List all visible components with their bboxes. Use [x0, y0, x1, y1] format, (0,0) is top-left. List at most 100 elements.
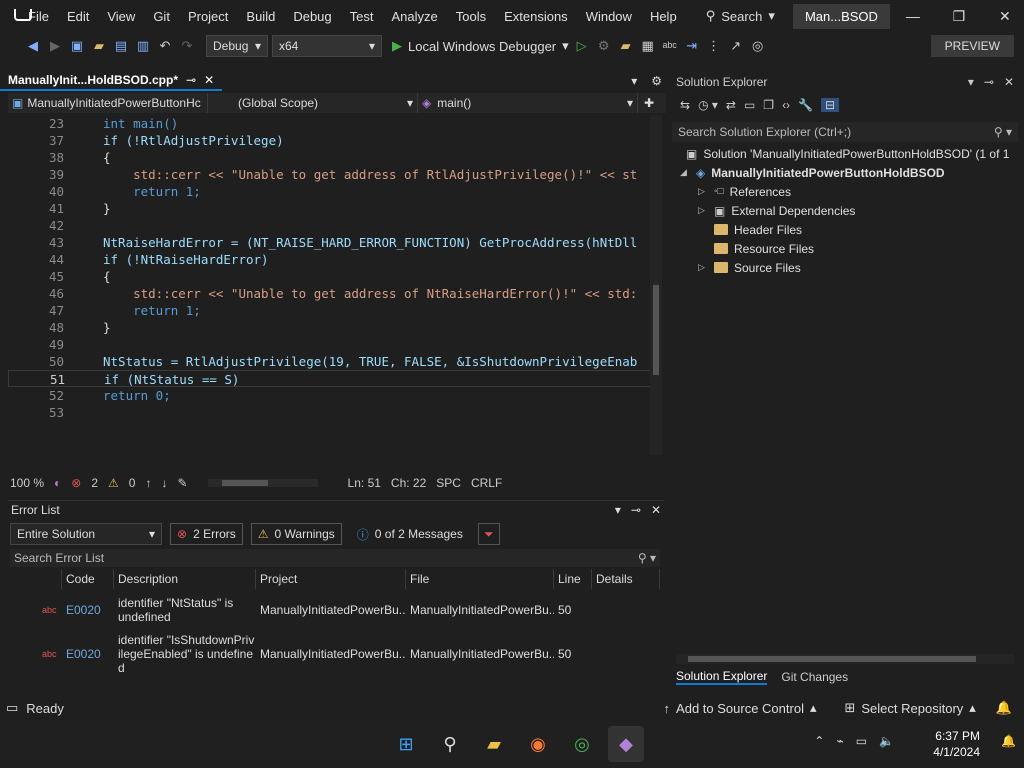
notification-bell-icon[interactable]: 🔔 — [1001, 734, 1016, 748]
warnings-count[interactable]: 0 — [129, 476, 136, 490]
menu-extensions[interactable]: Extensions — [495, 9, 577, 24]
column-header-file[interactable]: File — [406, 569, 554, 589]
undo-icon[interactable]: ↶ — [156, 37, 174, 55]
history-icon[interactable]: ◷ ▾ — [698, 98, 718, 112]
table-row[interactable]: abc E0020 identifier "NtStatus" is undef… — [10, 591, 660, 629]
column-header-project[interactable]: Project — [256, 569, 406, 589]
editor-tab[interactable]: ManuallyInit...HoldBSOD.cpp* ⊸ ✕ — [0, 71, 223, 91]
attach-icon[interactable]: ⚙ — [595, 37, 613, 55]
filter-icon[interactable]: ⏷ — [477, 523, 500, 545]
network-icon[interactable]: ⌁ — [836, 734, 843, 748]
menu-edit[interactable]: Edit — [58, 9, 98, 24]
firefox-icon[interactable]: ◉ — [520, 726, 556, 762]
tree-item-resource-files[interactable]: Resource Files — [714, 239, 814, 258]
column-header-details[interactable]: Details — [592, 569, 660, 589]
platform-dropdown[interactable]: x64 ▾ — [272, 35, 382, 57]
solution-search-input[interactable]: Search Solution Explorer (Ctrl+;) ⚲ ▾ — [672, 122, 1018, 142]
volume-icon[interactable]: 🔈 — [879, 734, 894, 748]
forward-icon[interactable]: ▶ — [46, 37, 64, 55]
tab-solution-explorer[interactable]: Solution Explorer — [676, 669, 768, 685]
editor-vertical-scrollbar[interactable] — [650, 115, 662, 455]
tree-item-header-files[interactable]: Header Files — [714, 220, 802, 239]
menu-git[interactable]: Git — [144, 9, 179, 24]
collapse-all-icon[interactable]: ▭ — [744, 98, 755, 112]
pin-icon[interactable]: ⊸ — [631, 503, 641, 517]
properties-wrench-icon[interactable]: 🔧 — [798, 98, 813, 112]
copilot-icon[interactable]: ◎ — [749, 37, 767, 55]
error-icon[interactable]: ⊗ — [71, 476, 81, 490]
error-list-search[interactable]: Search Error List ⚲ ▾ — [10, 549, 660, 567]
column-indicator[interactable]: Ch: 22 — [391, 476, 426, 490]
share-icon[interactable]: ↗ — [727, 37, 745, 55]
arrow-up-icon[interactable]: ↑ — [145, 476, 151, 490]
start-without-debugging-icon[interactable]: ▷ — [573, 37, 591, 55]
layout-icon[interactable]: ▦ — [639, 37, 657, 55]
menu-tools[interactable]: Tools — [447, 9, 495, 24]
code-editor[interactable]: 23 int main() 37 if (!RtlAdjustPrivilege) … — [8, 115, 662, 472]
folder-icon[interactable]: ▰ — [617, 37, 635, 55]
preview-selected-icon[interactable]: ⊟ — [821, 98, 840, 112]
solution-horizontal-scrollbar[interactable] — [676, 654, 1014, 664]
file-navigation-dropdown[interactable]: ▣ ManuallyInitiatedPowerButtonHc — [8, 93, 208, 113]
menu-help[interactable]: Help — [641, 9, 686, 24]
open-folder-icon[interactable]: ▰ — [90, 37, 108, 55]
menu-debug[interactable]: Debug — [284, 9, 340, 24]
configuration-dropdown[interactable]: Debug ▾ — [206, 35, 268, 57]
collapsed-arrow-icon[interactable]: ▷ — [698, 262, 708, 273]
pin-icon[interactable]: ⊸ — [984, 75, 994, 89]
project-node[interactable]: ◢ ◈ ManuallyInitiatedPowerButtonHoldBSOD — [680, 163, 945, 182]
visual-studio-taskbar-icon[interactable]: ◆ — [608, 726, 644, 762]
run-debugger-button[interactable]: ▶ Local Windows Debugger ▾ — [392, 38, 569, 54]
settings-gear-icon[interactable]: ⚙ — [651, 74, 662, 88]
arrow-down-icon[interactable]: ↓ — [161, 476, 167, 490]
column-header-description[interactable]: Description — [114, 569, 256, 589]
warnings-filter-button[interactable]: ⚠ 0 Warnings — [250, 523, 342, 545]
system-clock[interactable]: 6:37 PM 4/1/2024 — [933, 728, 980, 760]
copilot-status-icon[interactable]: ◐ — [54, 476, 61, 490]
step-icon[interactable]: ⇥ — [683, 37, 701, 55]
close-icon[interactable]: ✕ — [982, 8, 1024, 25]
menu-project[interactable]: Project — [179, 9, 237, 24]
errors-filter-button[interactable]: ⊗ 2 Errors — [170, 523, 243, 545]
chevron-down-icon[interactable]: ▾ — [968, 75, 974, 89]
horizontal-scrollbar[interactable] — [207, 479, 318, 487]
collapsed-arrow-icon[interactable]: ▷ — [698, 205, 708, 216]
scope-dropdown[interactable]: (Global Scope) ▾ — [208, 93, 418, 113]
whitespace-indicator[interactable]: SPC — [436, 476, 461, 490]
close-icon[interactable]: ✕ — [1004, 75, 1014, 89]
search-icon[interactable]: ⚲ — [432, 726, 468, 762]
tab-git-changes[interactable]: Git Changes — [781, 670, 848, 684]
scrollbar-thumb[interactable] — [688, 656, 976, 662]
preview-button[interactable]: PREVIEW — [930, 35, 1014, 57]
spell-check-icon[interactable]: ᵃᵇᶜ — [661, 37, 679, 55]
messages-filter-button[interactable]: ⓘ 0 of 2 Messages — [350, 523, 470, 545]
function-dropdown[interactable]: ◈ main() ▾ — [418, 93, 638, 113]
error-code-link[interactable]: E0020 — [62, 591, 114, 629]
notifications-bell-icon[interactable]: 🔔 — [996, 700, 1012, 716]
redo-icon[interactable]: ↷ — [178, 37, 196, 55]
error-code-link[interactable]: E0020 — [62, 631, 114, 677]
tree-item-external-dependencies[interactable]: ▷ ▣ External Dependencies — [698, 201, 855, 220]
menu-test[interactable]: Test — [341, 9, 383, 24]
close-icon[interactable]: ✕ — [651, 503, 661, 517]
error-scope-dropdown[interactable]: Entire Solution ▾ — [10, 523, 162, 545]
chrome-icon[interactable]: ◎ — [564, 726, 600, 762]
back-icon[interactable]: ◀ — [24, 37, 42, 55]
sync-icon[interactable]: ⇄ — [726, 98, 736, 112]
column-header-icon[interactable] — [10, 569, 62, 589]
add-to-source-control-button[interactable]: ↑ Add to Source Control ▴ — [664, 700, 817, 716]
save-all-icon[interactable]: ▥ — [134, 37, 152, 55]
restore-icon[interactable]: ❐ — [936, 8, 982, 25]
minimize-icon[interactable]: — — [890, 8, 936, 25]
collapsed-arrow-icon[interactable]: ▷ — [698, 186, 708, 197]
tab-overflow-icon[interactable]: ▾ — [631, 74, 637, 88]
menu-window[interactable]: Window — [577, 9, 641, 24]
table-row[interactable]: abc E0020 identifier "IsShutdownPrivileg… — [10, 631, 660, 677]
scrollbar-thumb[interactable] — [221, 480, 268, 486]
chevron-down-icon[interactable]: ▾ — [615, 503, 621, 517]
solution-node[interactable]: ▣ Solution 'ManuallyInitiatedPowerButton… — [686, 144, 1009, 163]
switch-view-icon[interactable]: ⇆ — [680, 98, 690, 112]
windows-start-icon[interactable]: ⊞ — [388, 726, 424, 762]
save-icon[interactable]: ▤ — [112, 37, 130, 55]
search-button[interactable]: ⚲ Search ▾ — [698, 8, 783, 24]
